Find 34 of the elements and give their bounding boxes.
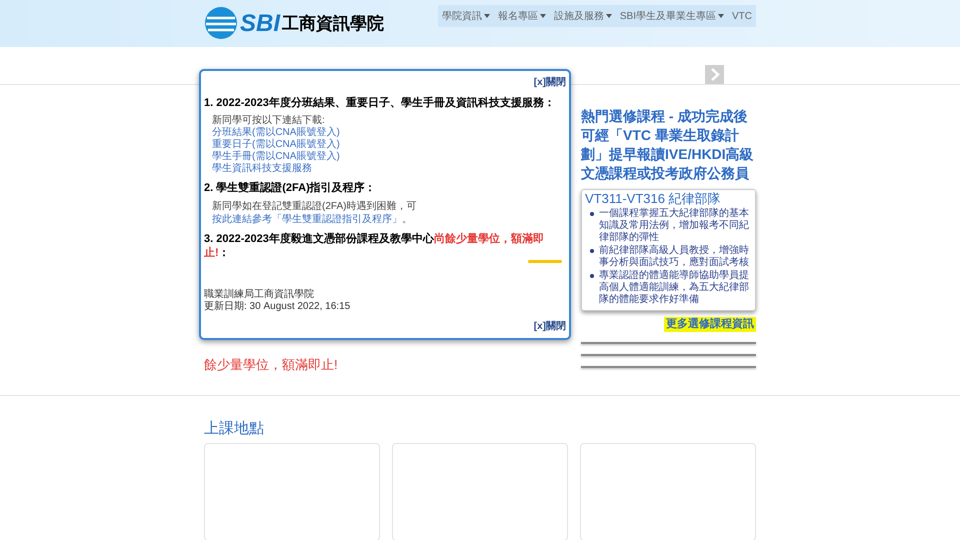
updated-date: 更新日期: 30 August 2022, 16:15 <box>204 301 352 313</box>
download-link[interactable]: 學生手冊(需以CNA賬號登入) <box>212 151 566 163</box>
section-heading: 1. 2022-2023年度分班結果、重要日子、學生手冊及資訊科技支援服務： <box>204 96 556 110</box>
nav-link[interactable]: 設施及服務 <box>554 8 612 24</box>
nav-link[interactable]: VTC <box>732 8 752 24</box>
bullet-icon <box>590 274 594 278</box>
section-heading: 3. 2022-2023年度毅進文憑部份課程及教學中心尚餘少量學位，額滿即止!： <box>204 232 545 260</box>
highlight-mark <box>528 260 562 263</box>
close-link[interactable]: [x]關閉 <box>534 319 566 334</box>
section-title: 上課地點 <box>204 419 265 439</box>
nav-link[interactable]: 學院資訊 <box>442 8 490 24</box>
bullet-text: 專業認證的體適能導師協助學員提高個人體適能訓練，為五大紀律部隊的體能要求作好準備 <box>599 270 752 306</box>
bullet-icon <box>590 212 594 216</box>
bullet-text: 前紀律部隊高級人員教授，增強時事分析與面試技巧，應對面試考核 <box>599 245 752 269</box>
chevron-right-icon[interactable] <box>705 65 724 84</box>
card-title: VT311-VT316 紀律部隊 <box>585 190 722 208</box>
nav-link[interactable]: SBI學生及畢業生專區 <box>620 8 724 24</box>
download-link[interactable]: 分班結果(需以CNA賬號登入) <box>212 127 566 139</box>
section-heading: 2. 學生雙重認證(2FA)指引及程序： <box>204 181 377 195</box>
nav-link[interactable]: 報名專區 <box>498 8 546 24</box>
school-name: 工商資訊學院 <box>282 13 384 36</box>
download-link[interactable]: 學生資訊科技支援服務 <box>212 163 566 175</box>
help-text: 新同學如在登記雙重認證(2FA)時遇到困難，可 按此連結參考「學生雙重認證指引及程序」。 <box>212 200 418 226</box>
bullet-text: 一個課程掌握五大紀律部隊的基本知識及常用法例，增加報考不同紀律部隊的彈性 <box>599 208 752 244</box>
promo-heading: 熱門選修課程 - 成功完成後可經「VTC 畢業生取錄計劃」提早報讀IVE/HKDI高級文憑課程或投考政府公務員 <box>581 107 755 183</box>
organization-text: 職業訓練局工商資訊學院 <box>204 289 315 300</box>
intro-text: 新同學可按以下連結下載: <box>212 115 326 126</box>
logo-text: SBI <box>240 12 280 36</box>
more-courses-link[interactable]: 更多選修課程資訊 <box>664 317 756 332</box>
close-link[interactable]: [x]關閉 <box>534 75 566 90</box>
bullet-icon <box>590 249 594 253</box>
notice-text: 餘少量學位，額滿即止! <box>204 358 339 371</box>
download-link[interactable]: 重要日子(需以CNA賬號登入) <box>212 139 566 151</box>
guide-link[interactable]: 按此連結參考「學生雙重認證指引及程序」 <box>212 214 402 225</box>
